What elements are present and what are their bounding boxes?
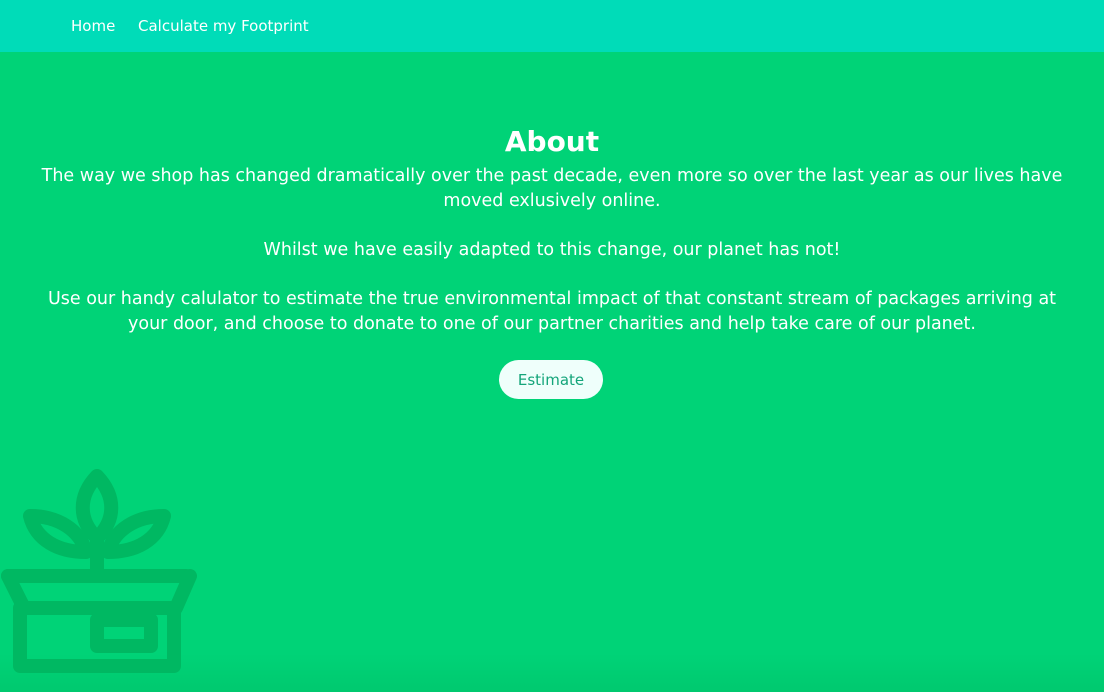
nav-link-calculate-footprint[interactable]: Calculate my Footprint [138,17,309,35]
top-nav: Home Calculate my Footprint [0,0,1104,52]
page-title: About [504,125,600,158]
plant-in-box-icon [1,469,197,673]
nav-link-home[interactable]: Home [71,17,115,35]
calculator-paragraph: Use our handy calulator to estimate the … [47,289,1057,334]
about-section: About The way we shop has changed dramat… [0,52,1104,692]
intro-paragraph: The way we shop has changed dramatically… [41,166,1063,211]
estimate-button[interactable]: Estimate [499,360,603,399]
planet-paragraph: Whilst we have easily adapted to this ch… [263,240,841,260]
